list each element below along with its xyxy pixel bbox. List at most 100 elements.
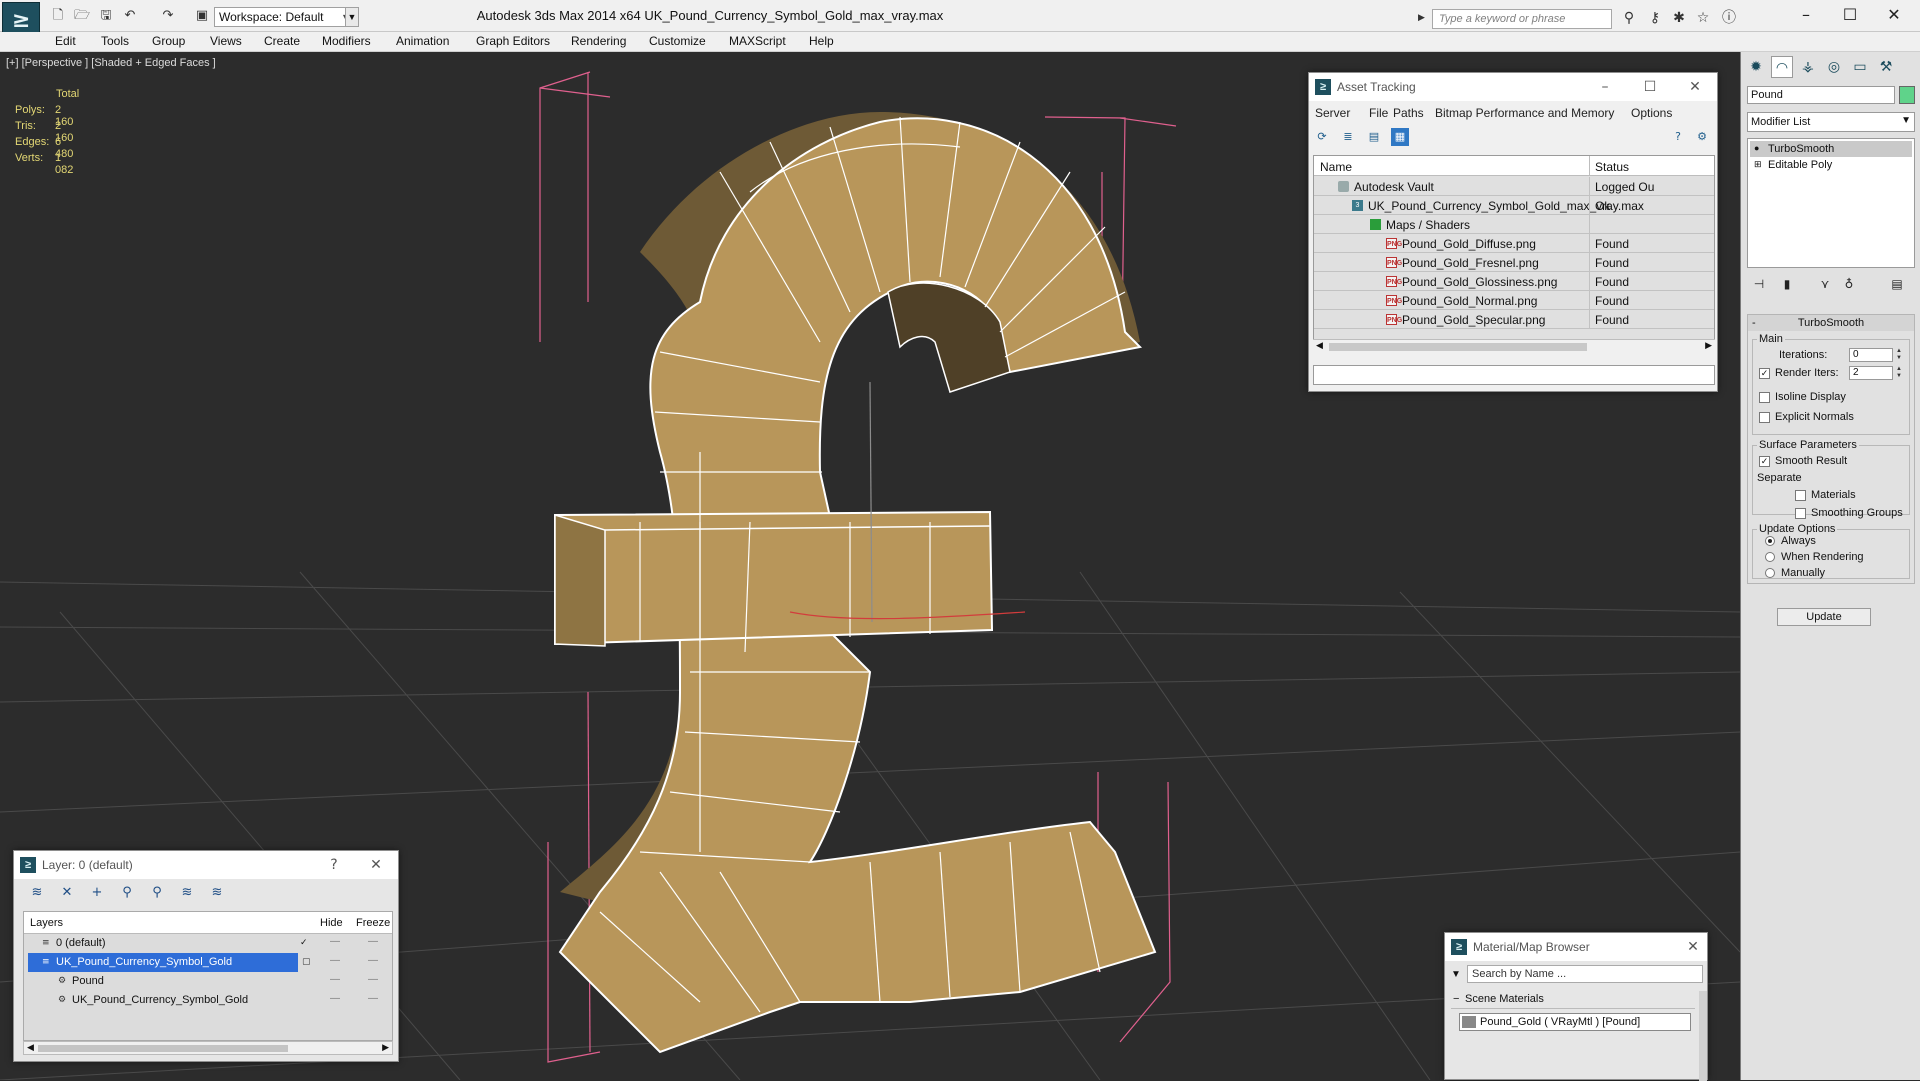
close-icon[interactable]: ✕	[366, 855, 386, 875]
hierarchy-tab-icon[interactable]: ⚶	[1797, 56, 1819, 78]
when-rendering-radio[interactable]	[1765, 552, 1775, 562]
close-icon[interactable]: ✕	[1872, 3, 1916, 27]
freeze-toggle[interactable]: —	[368, 936, 378, 947]
table-row[interactable]: PNG Pound_Gold_Fresnel.png Found	[1314, 253, 1714, 272]
scroll-right-icon[interactable]: ▶	[382, 1042, 389, 1053]
render-iters-spinner[interactable]: 2	[1849, 366, 1893, 380]
manually-radio[interactable]	[1765, 568, 1775, 578]
layer-row[interactable]: ⚙ Pound — —	[24, 972, 392, 991]
menu-edit[interactable]: Edit	[55, 34, 76, 48]
column-divider[interactable]	[1589, 156, 1590, 176]
hide-all-layers-icon[interactable]: ≋	[178, 884, 196, 902]
smooth-result-checkbox[interactable]: ✓	[1759, 456, 1770, 467]
spinner-arrows-icon[interactable]: ▲ ▼	[1895, 348, 1903, 362]
make-current-icon[interactable]: ▢	[302, 957, 312, 967]
detail-view-icon[interactable]: ▤	[1365, 128, 1383, 146]
horizontal-scrollbar[interactable]: ◀ ▶	[23, 1041, 393, 1055]
table-row[interactable]: Autodesk Vault Logged Ou	[1314, 177, 1714, 196]
menu-create[interactable]: Create	[264, 34, 300, 48]
material-browser-titlebar[interactable]: ≥ Material/Map Browser ✕	[1445, 933, 1707, 961]
table-row[interactable]: 3 UK_Pound_Currency_Symbol_Gold_max_vray…	[1314, 196, 1714, 215]
refresh-icon[interactable]: ⟳	[1313, 128, 1331, 146]
always-radio[interactable]	[1765, 536, 1775, 546]
materials-checkbox[interactable]	[1795, 490, 1806, 501]
menu-views[interactable]: Views	[210, 34, 242, 48]
column-hide[interactable]: Hide	[320, 917, 343, 929]
spinner-arrows-icon[interactable]: ▲ ▼	[1895, 366, 1903, 380]
table-row[interactable]: Maps / Shaders	[1314, 215, 1714, 234]
scroll-left-icon[interactable]: ◀	[1316, 340, 1323, 351]
asset-menu-file[interactable]: File	[1369, 106, 1388, 120]
menu-maxscript[interactable]: MAXScript	[729, 34, 786, 48]
layer-row[interactable]: ≡ UK_Pound_Currency_Symbol_Gold ▢ — —	[24, 953, 392, 972]
update-button[interactable]: Update	[1777, 608, 1871, 626]
asset-tracking-titlebar[interactable]: ≥ Asset Tracking – ☐ ✕	[1309, 73, 1717, 101]
key-icon[interactable]: ⚷	[1646, 9, 1664, 27]
close-icon[interactable]: ✕	[1683, 937, 1703, 957]
scroll-right-icon[interactable]: ▶	[1705, 340, 1712, 351]
maximize-icon[interactable]: ☐	[1828, 3, 1872, 27]
table-row[interactable]: PNG Pound_Gold_Glossiness.png Found	[1314, 272, 1714, 291]
object-name-field[interactable]: Pound	[1747, 86, 1895, 104]
table-row[interactable]: PNG Pound_Gold_Diffuse.png Found	[1314, 234, 1714, 253]
explicit-normals-checkbox[interactable]	[1759, 412, 1770, 423]
column-layers[interactable]: Layers	[30, 917, 63, 929]
configure-sets-icon[interactable]: ▤	[1887, 274, 1907, 294]
layer-row[interactable]: ≡ 0 (default) ✓ — —	[24, 934, 392, 953]
table-row[interactable]: PNG Pound_Gold_Specular.png Found	[1314, 310, 1714, 329]
highlight-layer-icon[interactable]: ⚲	[148, 884, 166, 902]
stack-item-turbosmooth[interactable]: ● TurboSmooth	[1750, 141, 1912, 157]
viewport-label[interactable]: [+] [Perspective ] [Shaded + Edged Faces…	[6, 57, 216, 69]
remove-modifier-icon[interactable]: ♁	[1839, 274, 1859, 294]
pin-stack-icon[interactable]: ⊣	[1749, 274, 1769, 294]
freeze-toggle[interactable]: —	[368, 993, 378, 1004]
rollout-header[interactable]: - TurboSmooth	[1748, 315, 1914, 331]
modify-tab-icon[interactable]: ◠	[1771, 56, 1793, 78]
menu-tools[interactable]: Tools	[101, 34, 129, 48]
search-expand-icon[interactable]: ▶	[1418, 12, 1425, 23]
layer-row[interactable]: ⚙ UK_Pound_Currency_Symbol_Gold — —	[24, 991, 392, 1010]
asset-menu-options[interactable]: Options	[1631, 106, 1672, 120]
menu-rendering[interactable]: Rendering	[571, 34, 626, 48]
expand-plus-icon[interactable]: ⊞	[1754, 159, 1764, 169]
modifier-list-dropdown[interactable]: Modifier List ▼	[1747, 112, 1915, 132]
smoothing-groups-checkbox[interactable]	[1795, 508, 1806, 519]
column-freeze[interactable]: Freeze	[356, 917, 390, 929]
minimize-icon[interactable]: –	[1595, 77, 1615, 97]
display-tab-icon[interactable]: ▭	[1849, 56, 1871, 78]
delete-layer-icon[interactable]: ✕	[58, 884, 76, 902]
asset-menu-server[interactable]: Server	[1315, 106, 1350, 120]
active-layer-check-icon[interactable]: ✓	[300, 938, 310, 948]
hide-toggle[interactable]: —	[330, 955, 340, 966]
utilities-tab-icon[interactable]: ⚒	[1875, 56, 1897, 78]
material-search-input[interactable]: Search by Name ...	[1467, 965, 1703, 983]
asset-menu-bitmap[interactable]: Bitmap Performance and Memory	[1435, 106, 1614, 120]
add-to-layer-icon[interactable]: +	[88, 884, 106, 902]
menu-group[interactable]: Group	[152, 34, 185, 48]
iterations-spinner[interactable]: 0	[1849, 348, 1893, 362]
scroll-left-icon[interactable]: ◀	[27, 1042, 34, 1053]
render-iters-checkbox[interactable]: ✓	[1759, 368, 1770, 379]
column-name[interactable]: Name	[1320, 160, 1352, 174]
isoline-checkbox[interactable]	[1759, 392, 1770, 403]
material-item[interactable]: Pound_Gold ( VRayMtl ) [Pound]	[1459, 1013, 1691, 1031]
infocenter-icon[interactable]: ⚲	[1620, 9, 1638, 27]
freeze-all-layers-icon[interactable]: ≋	[208, 884, 226, 902]
asset-menu-paths[interactable]: Paths	[1393, 106, 1424, 120]
collapse-icon[interactable]: -	[1752, 315, 1756, 331]
asset-path-input[interactable]	[1313, 365, 1715, 385]
hide-toggle[interactable]: —	[330, 993, 340, 1004]
hide-toggle[interactable]: —	[330, 974, 340, 985]
motion-tab-icon[interactable]: ◎	[1823, 56, 1845, 78]
hide-toggle[interactable]: —	[330, 936, 340, 947]
communication-icon[interactable]: ✱	[1670, 9, 1688, 27]
menu-help[interactable]: Help	[809, 34, 834, 48]
menu-modifiers[interactable]: Modifiers	[322, 34, 371, 48]
table-row[interactable]: PNG Pound_Gold_Normal.png Found	[1314, 291, 1714, 310]
help-icon[interactable]: ?	[1669, 128, 1687, 146]
minimize-icon[interactable]: –	[1784, 3, 1828, 27]
lightbulb-icon[interactable]: ●	[1754, 143, 1764, 153]
layer-dialog-titlebar[interactable]: ≥ Layer: 0 (default) ? ✕	[14, 851, 398, 879]
new-layer-icon[interactable]: ≋	[28, 884, 46, 902]
favorites-star-icon[interactable]: ☆	[1694, 9, 1712, 27]
